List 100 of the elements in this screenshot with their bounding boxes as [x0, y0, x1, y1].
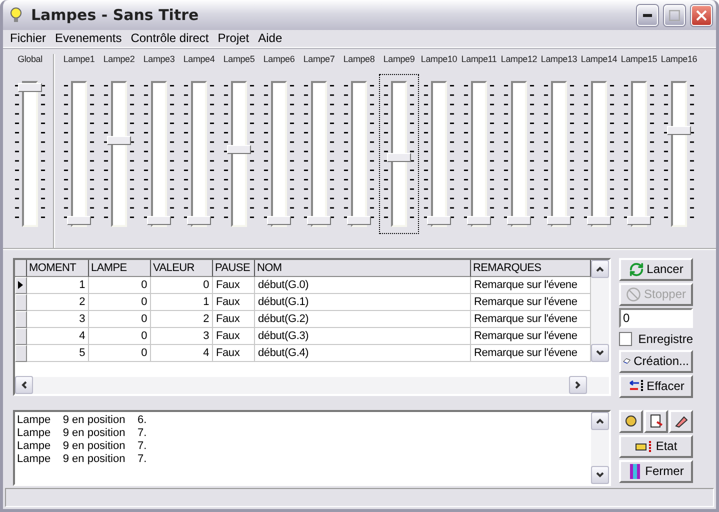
column-header[interactable]: NOM: [255, 260, 471, 277]
table-cell: 0: [89, 344, 151, 362]
column-header[interactable]: PAUSE: [213, 260, 255, 277]
slider-label: Lampe1: [63, 54, 95, 66]
menu-item[interactable]: Projet: [214, 30, 254, 47]
effacer-button[interactable]: Effacer: [619, 374, 693, 398]
slider-label: Lampe7: [303, 54, 335, 66]
document-icon-button[interactable]: [644, 410, 668, 433]
menu-item[interactable]: Contrôle direct: [126, 30, 214, 47]
slider-thumb[interactable]: [307, 216, 331, 225]
slider-label: Lampe8: [343, 54, 375, 66]
slider-label: Lampe16: [660, 54, 698, 66]
vertical-scrollbar[interactable]: [591, 412, 609, 484]
table-cell: 3: [151, 328, 213, 345]
table-cell: Remarque sur l'évene: [471, 328, 591, 345]
horizontal-scrollbar[interactable]: [15, 376, 609, 394]
slider-label: Lampe13: [540, 54, 578, 66]
menu-item[interactable]: Evenements: [51, 30, 127, 47]
value-field[interactable]: 0: [619, 308, 693, 328]
etat-button[interactable]: Etat: [619, 434, 693, 458]
slider-thumb[interactable]: [547, 216, 571, 225]
column-header[interactable]: VALEUR: [151, 260, 213, 277]
row-pointer-icon: [16, 280, 24, 290]
slider-label: Lampe5: [223, 54, 255, 66]
slider-thumb[interactable]: [587, 216, 611, 225]
table-cell: début(G.2): [255, 310, 471, 328]
slider-label: Lampe3: [143, 54, 175, 66]
slider-label: Lampe14: [580, 54, 618, 66]
table-cell: début(G.1): [255, 294, 471, 311]
maximize-button[interactable]: [664, 4, 685, 26]
slider-label: Global: [18, 54, 42, 66]
log-line: Lampe 9 en position 7.: [17, 440, 148, 453]
table-cell: 0: [151, 276, 213, 294]
table-cell: 5: [27, 344, 89, 362]
door-icon: [628, 462, 642, 480]
table-cell: Faux: [213, 344, 255, 362]
table-cell: Remarque sur l'évene: [471, 294, 591, 311]
table-cell: Remarque sur l'évene: [471, 344, 591, 362]
table-cell: début(G.0): [255, 276, 471, 294]
slider-thumb[interactable]: [427, 216, 451, 225]
minimize-icon: [643, 14, 652, 16]
slider-thumb[interactable]: [187, 216, 211, 225]
log-line: Lampe 9 en position 7.: [17, 426, 148, 440]
slider-thumb[interactable]: [67, 216, 91, 225]
creation-button[interactable]: Création...: [619, 350, 693, 373]
table-cell: 2: [151, 310, 213, 328]
slider-label: Lampe10: [420, 54, 458, 66]
column-header[interactable]: LAMPE: [89, 260, 151, 277]
close-icon: [696, 10, 707, 20]
slider-thumb[interactable]: [267, 216, 291, 225]
checkbox-label: Enregistre: [638, 332, 693, 346]
circle-icon: [624, 414, 638, 428]
vertical-scrollbar[interactable]: [591, 260, 609, 362]
table-cell: Faux: [213, 310, 255, 328]
menu-item[interactable]: Fichier: [6, 30, 52, 47]
table-cell: 0: [89, 310, 151, 328]
slider-thumb[interactable]: [667, 126, 691, 136]
lancer-button[interactable]: Lancer: [619, 258, 693, 281]
window-title: Lampes - Sans Titre: [31, 6, 200, 24]
table-cell: 4: [27, 328, 89, 345]
table-cell: Faux: [213, 276, 255, 294]
slider-thumb[interactable]: [507, 216, 531, 225]
menu-item[interactable]: Aide: [254, 30, 288, 47]
table-cell: 0: [89, 328, 151, 345]
column-header[interactable]: MOMENT: [27, 260, 89, 277]
row-indicator[interactable]: [15, 276, 27, 294]
checkbox[interactable]: [619, 332, 632, 346]
table-cell: Faux: [213, 294, 255, 311]
table-cell: 1: [151, 294, 213, 311]
document-icon: [649, 414, 663, 428]
log-line: Lampe 9 en position 7.: [17, 452, 148, 466]
fermer-button[interactable]: Fermer: [619, 460, 693, 483]
minimize-button[interactable]: [637, 4, 658, 26]
table-cell: Remarque sur l'évene: [471, 310, 591, 328]
table-cell: 4: [151, 344, 213, 362]
close-button[interactable]: [691, 4, 712, 26]
eraser-icon-button[interactable]: [669, 410, 693, 433]
table-cell: début(G.4): [255, 344, 471, 362]
slider-thumb[interactable]: [107, 136, 131, 145]
table-cell: Faux: [213, 328, 255, 345]
slider-thumb[interactable]: [467, 216, 491, 225]
slider-label: Lampe2: [103, 54, 135, 66]
table-cell: Remarque sur l'évene: [471, 276, 591, 294]
table-cell: début(G.3): [255, 328, 471, 345]
slider-thumb[interactable]: [227, 145, 251, 154]
slider-thumb[interactable]: [18, 82, 42, 92]
slider-thumb[interactable]: [387, 153, 411, 162]
column-header[interactable]: REMARQUES: [471, 260, 591, 277]
slider-label: Lampe12: [500, 54, 538, 66]
maximize-icon: [669, 10, 680, 20]
slider-label: Lampe9: [383, 54, 415, 66]
refresh-icon: [628, 262, 644, 277]
table-cell: 2: [27, 294, 89, 311]
slider-thumb[interactable]: [347, 216, 371, 225]
slider-thumb[interactable]: [627, 216, 651, 225]
slider-label: Lampe15: [620, 54, 658, 66]
arrows-icon: [628, 379, 644, 394]
slider-label: Lampe4: [183, 54, 215, 66]
slider-thumb[interactable]: [147, 216, 171, 225]
log-line: Lampe 9 en position 6.: [17, 414, 148, 427]
